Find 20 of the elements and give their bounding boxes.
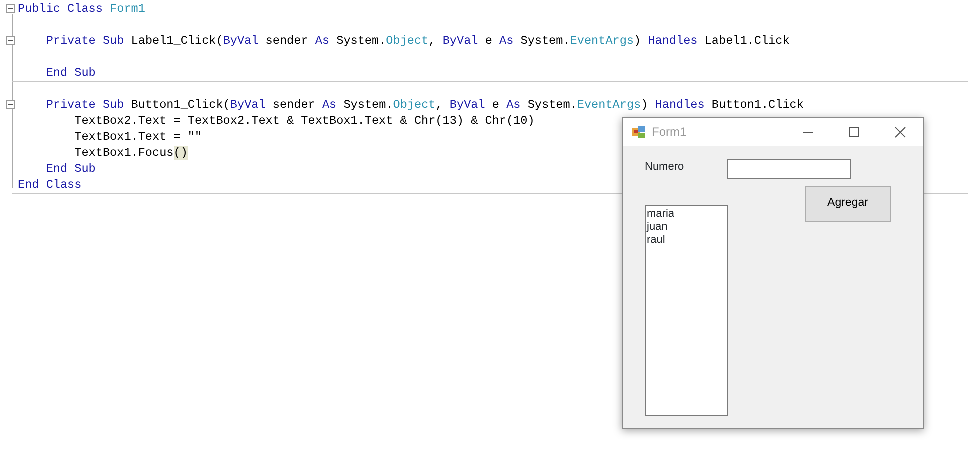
agregar-button[interactable]: Agregar — [805, 186, 891, 222]
code-line: TextBox2.Text = TextBox2.Text & TextBox1.Text & Chr(13) & Chr(10) — [74, 113, 535, 129]
code-line: TextBox1.Text = "" — [74, 129, 202, 145]
multiline-textbox[interactable]: maria juan raul — [645, 205, 728, 416]
collapse-icon[interactable] — [6, 100, 15, 109]
code-line: Public Class Form1 — [18, 1, 146, 17]
window-title: Form1 — [652, 124, 687, 141]
app-icon — [632, 125, 646, 139]
code-line: End Class — [18, 177, 82, 193]
collapse-icon[interactable] — [6, 36, 15, 45]
code-line: End Sub — [45, 65, 96, 81]
code-line: Private Sub Button1_Click(ByVal sender As System.Object, ByVal e As System.EventArgs) Handles Button1.Click — [45, 97, 804, 113]
code-line: End Sub — [45, 161, 96, 177]
numero-label: Numero — [645, 160, 684, 175]
maximize-icon — [849, 127, 859, 137]
input-field[interactable] — [727, 159, 851, 179]
code-line: Private Sub Label1_Click(ByVal sender As System.Object, ByVal e As System.EventArgs) Handles Label1.Click — [45, 33, 790, 49]
code-line: TextBox1.Focus() — [74, 145, 188, 161]
close-icon — [894, 126, 906, 138]
collapse-icon[interactable] — [6, 4, 15, 13]
